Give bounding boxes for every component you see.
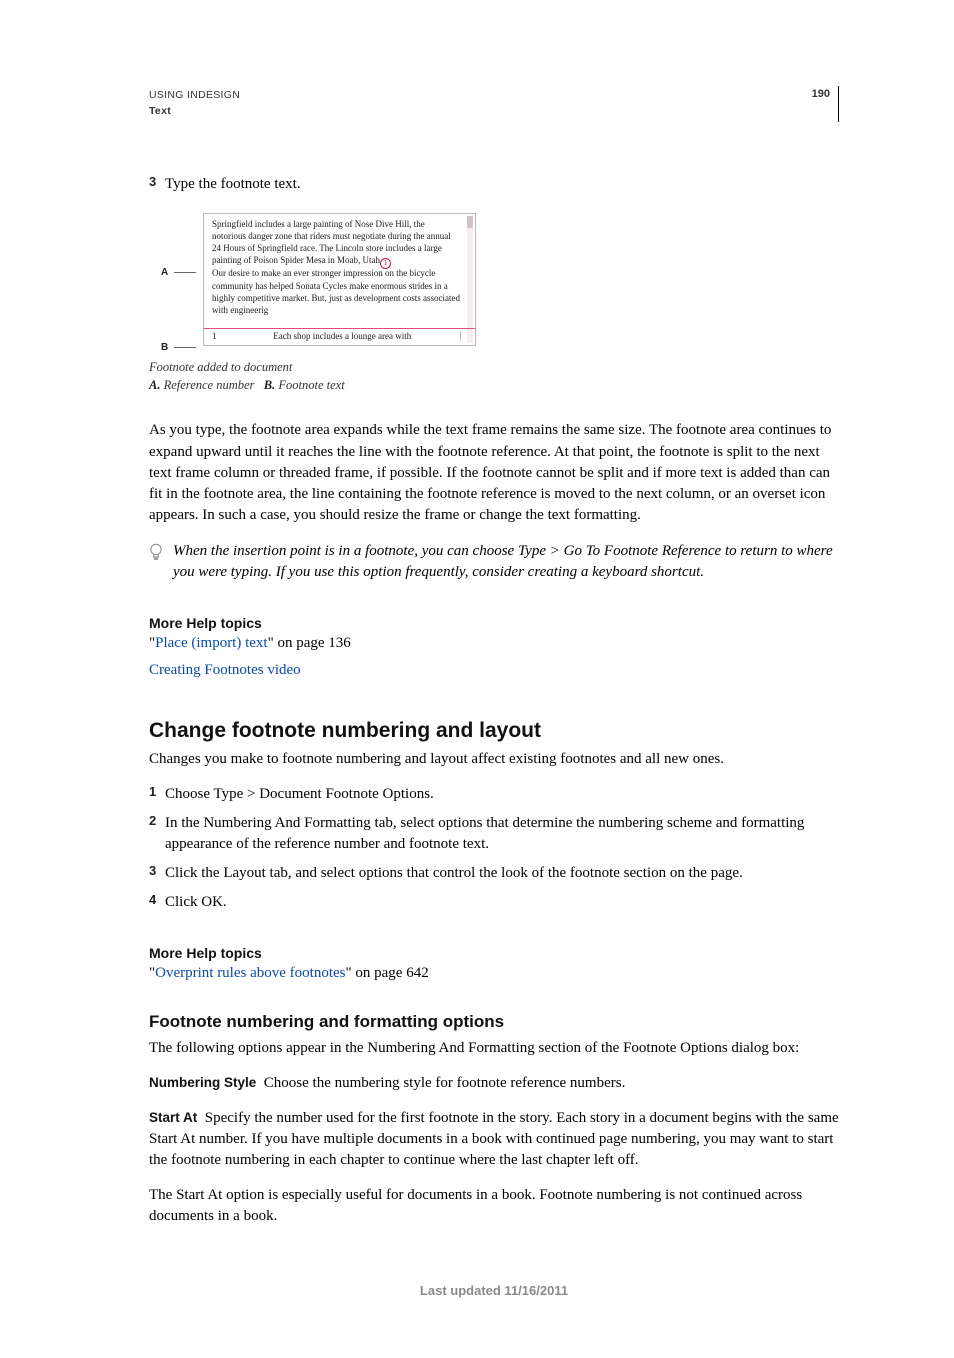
step-number: 3 [149, 174, 165, 195]
option-start-at: Start At Specify the number used for the… [149, 1108, 839, 1171]
figure-scrollbar [467, 216, 473, 343]
step-number: 3 [149, 863, 165, 884]
caption-b-text: Footnote text [278, 378, 344, 392]
figure-para2: Our desire to make an ever stronger impr… [212, 268, 460, 314]
caption-a-text: Reference number [164, 378, 255, 392]
body-paragraph: As you type, the footnote area expands w… [149, 420, 839, 526]
figure-footnote-area: 1 Each shop includes a lounge area with [204, 328, 475, 345]
link-suffix: " on page 642 [346, 965, 429, 981]
section3-intro: The following options appear in the Numb… [149, 1038, 839, 1059]
caption-b-label: B. [264, 378, 275, 392]
section2-intro: Changes you make to footnote numbering a… [149, 749, 839, 770]
figure-footnote-text: Each shop includes a lounge area with [231, 331, 462, 341]
option-text: Specify the number used for the first fo… [149, 1110, 839, 1168]
figure-para1: Springfield includes a large painting of… [212, 219, 451, 265]
page-header: USING INDESIGN Text 190 [149, 88, 839, 122]
list-item: 1Choose Type > Document Footnote Options… [149, 784, 839, 805]
figure: A B Springfield includes a large paintin… [149, 213, 839, 394]
figure-body-text: Springfield includes a large painting of… [204, 214, 475, 320]
step-text: Click the Layout tab, and select options… [165, 863, 743, 884]
help-link-line-3: "Overprint rules above footnotes" on pag… [149, 965, 839, 982]
link-creating-footnotes-video[interactable]: Creating Footnotes video [149, 662, 301, 678]
figure-caption: Footnote added to document A. Reference … [149, 358, 839, 394]
step-number: 1 [149, 784, 165, 805]
list-item: 3Click the Layout tab, and select option… [149, 863, 839, 884]
section2-steps: 1Choose Type > Document Footnote Options… [149, 784, 839, 913]
list-item: 4Click OK. [149, 892, 839, 913]
page: USING INDESIGN Text 190 3 Type the footn… [0, 0, 954, 1358]
callout-tick [174, 347, 196, 348]
header-rule [838, 86, 839, 122]
list-item: 2In the Numbering And Formatting tab, se… [149, 813, 839, 855]
step-text: In the Numbering And Formatting tab, sel… [165, 813, 839, 855]
callout-b: B [161, 342, 196, 353]
header-doc-title: USING INDESIGN [149, 88, 240, 104]
caption-title: Footnote added to document [149, 360, 292, 374]
callout-a-letter: A [161, 267, 168, 278]
more-help-heading-2: More Help topics [149, 945, 839, 961]
option-label: Numbering Style [149, 1075, 256, 1090]
step-text: Choose Type > Document Footnote Options. [165, 784, 434, 805]
tip: When the insertion point is in a footnot… [149, 541, 839, 583]
section3-after-para: The Start At option is especially useful… [149, 1185, 839, 1227]
link-suffix: " on page 136 [268, 635, 351, 651]
tip-text: When the insertion point is in a footnot… [173, 541, 839, 583]
more-help-heading: More Help topics [149, 615, 839, 631]
link-overprint-rules[interactable]: Overprint rules above footnotes [155, 965, 345, 981]
heading-footnote-options: Footnote numbering and formatting option… [149, 1012, 839, 1032]
figure-textframe: Springfield includes a large painting of… [203, 213, 476, 346]
link-place-import-text[interactable]: Place (import) text [155, 635, 267, 651]
callout-b-letter: B [161, 342, 168, 353]
step-text: Click OK. [165, 892, 227, 913]
option-numbering-style: Numbering Style Choose the numbering sty… [149, 1073, 839, 1094]
figure-footnote-number: 1 [212, 331, 217, 341]
caption-a-label: A. [149, 378, 160, 392]
option-label: Start At [149, 1110, 197, 1125]
header-section: Text [149, 104, 240, 120]
step-number: 4 [149, 892, 165, 913]
figure-callout-labels: A B [161, 213, 203, 346]
page-number: 190 [812, 88, 838, 100]
lightbulb-icon [149, 541, 165, 583]
help-link-line-2: Creating Footnotes video [149, 662, 839, 679]
header-left: USING INDESIGN Text [149, 88, 240, 120]
help-link-line-1: "Place (import) text" on page 136 [149, 635, 839, 652]
step-3: 3 Type the footnote text. [149, 174, 839, 195]
step-text: Type the footnote text. [165, 174, 301, 195]
page-number-wrap: 190 [812, 88, 839, 122]
footer-updated: Last updated 11/16/2011 [149, 1283, 839, 1298]
heading-change-footnote: Change footnote numbering and layout [149, 719, 839, 743]
callout-a: A [161, 267, 196, 278]
step-number: 2 [149, 813, 165, 855]
option-text: Choose the numbering style for footnote … [264, 1075, 626, 1091]
callout-tick [174, 272, 196, 273]
